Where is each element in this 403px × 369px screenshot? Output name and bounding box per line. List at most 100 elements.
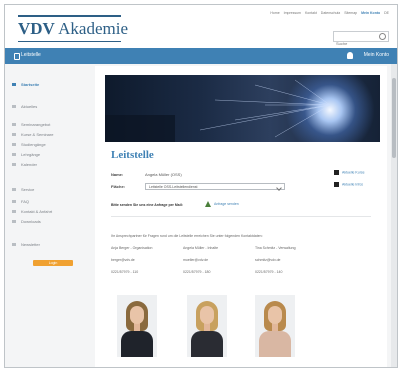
courses-link[interactable]: Aktuelle Kurse xyxy=(334,170,365,175)
bullet-icon xyxy=(12,243,16,247)
scrollbar-thumb[interactable] xyxy=(392,78,396,158)
sidebar-item-label: Kurse & Seminare xyxy=(21,132,54,137)
banner-image xyxy=(105,75,380,142)
sidebar-item-lehrgaenge[interactable]: Lehrgänge xyxy=(12,152,40,157)
search-box xyxy=(333,31,389,48)
area-select-value: Leitstelle OSS-Leitstellendienst xyxy=(149,185,198,189)
area-label: Fläche: xyxy=(111,184,126,189)
name-label: Name: xyxy=(111,172,124,177)
sidebar-item-label: Aktuelles xyxy=(21,104,38,109)
page-title: Leitstelle xyxy=(111,149,154,161)
courses-link-label: Aktuelle Kurse xyxy=(342,170,365,175)
search-icon[interactable] xyxy=(379,33,386,40)
chevron-down-icon xyxy=(276,185,282,191)
sidebar-item-aktuelles[interactable]: Aktuelles xyxy=(12,104,37,109)
browser-frame: VDV Akademie Home Impressum Kontakt Date… xyxy=(4,4,398,368)
divider xyxy=(111,216,371,217)
sidebar-item-label: FAQ xyxy=(21,199,30,204)
top-link-account[interactable]: Mein Konto xyxy=(361,11,380,15)
photo-body xyxy=(121,331,153,357)
contact-phone: 0221/57979 - 110 xyxy=(111,270,139,274)
sidebar-item-label: Startseite xyxy=(21,82,40,87)
bullet-icon xyxy=(12,123,16,127)
sidebar-item-seminarangebot[interactable]: Seminarangebot xyxy=(12,122,50,127)
top-link-home[interactable]: Home xyxy=(270,11,279,15)
contact-photo xyxy=(187,295,227,357)
top-links: Home Impressum Kontakt Datenschutz Sitem… xyxy=(267,11,389,15)
site-header: VDV Akademie Home Impressum Kontakt Date… xyxy=(5,5,397,48)
sidebar-item-label: Newsletter xyxy=(21,242,40,247)
sidebar-item-downloads[interactable]: Downloads xyxy=(12,219,41,224)
photo-face xyxy=(268,306,282,324)
contact-email[interactable]: schmitz@vdv.de xyxy=(255,258,280,262)
breadcrumb[interactable]: Leitstelle xyxy=(21,52,41,58)
navigation-bar: Leitstelle Mein Konto xyxy=(5,48,397,64)
contact-email[interactable]: mueller@vdv.de xyxy=(183,258,208,262)
person-icon xyxy=(205,201,211,207)
login-button[interactable]: Login xyxy=(33,260,73,266)
sidebar-item-label: Kontakt & Anfahrt xyxy=(21,209,53,214)
bullet-icon xyxy=(12,153,16,157)
bullet-icon xyxy=(12,143,16,147)
bullet-icon xyxy=(12,83,16,87)
sidebar-item-label: Service xyxy=(21,187,35,192)
account-link[interactable]: Mein Konto xyxy=(364,52,389,58)
top-link-sitemap[interactable]: Sitemap xyxy=(344,11,357,15)
logo-bold: VDV xyxy=(18,19,55,38)
contact-phone: 0221/57979 - 140 xyxy=(255,270,283,274)
sidebar-item-label: Downloads xyxy=(21,219,41,224)
user-icon[interactable] xyxy=(347,52,353,59)
top-link-kontakt[interactable]: Kontakt xyxy=(305,11,317,15)
send-request-link[interactable]: Anfrage senden xyxy=(205,201,239,207)
photo-body xyxy=(191,331,223,357)
sparks-graphic xyxy=(105,79,331,142)
sidebar-item-kurse[interactable]: Kurse & Seminare xyxy=(12,132,53,137)
main-content: Leitstelle Name: Angela Müller (OSS) Flä… xyxy=(95,66,387,367)
search-input[interactable] xyxy=(334,39,376,48)
bullet-icon xyxy=(12,188,16,192)
logo-text: Akademie xyxy=(58,19,129,38)
bullet-icon xyxy=(12,163,16,167)
bullet-icon xyxy=(12,105,16,109)
logo-bottom-rule xyxy=(18,41,121,42)
bullet-icon xyxy=(12,220,16,224)
bullet-icon xyxy=(12,200,16,204)
photo-face xyxy=(200,306,214,324)
photo-body xyxy=(259,331,291,357)
sidebar-item-startseite[interactable]: Startseite xyxy=(12,82,39,87)
info-icon xyxy=(334,182,339,187)
contact-email[interactable]: berger@vdv.de xyxy=(111,258,135,262)
contact-name: Anja Berger - Organisation xyxy=(111,246,153,250)
document-icon xyxy=(334,170,339,175)
contacts-intro: Ihr Ansprechpartner für Fragen rund um d… xyxy=(111,234,263,238)
sidebar-item-kontakt[interactable]: Kontakt & Anfahrt xyxy=(12,209,52,214)
contact-name: Tina Schmitz - Verwaltung xyxy=(255,246,296,250)
name-value: Angela Müller (OSS) xyxy=(145,172,182,177)
send-request-text: Bitte senden Sie uns eine Anfrage per Ma… xyxy=(111,203,183,207)
sidebar-item-service[interactable]: Service xyxy=(12,187,34,192)
bullet-icon xyxy=(12,210,16,214)
top-link-datenschutz[interactable]: Datenschutz xyxy=(321,11,340,15)
sidebar-item-kalender[interactable]: Kalender xyxy=(12,162,37,167)
logo-top-rule xyxy=(18,15,121,17)
top-link-language[interactable]: DE xyxy=(384,11,389,15)
sidebar-item-studiengaenge[interactable]: Studiengänge xyxy=(12,142,46,147)
sidebar-item-newsletter[interactable]: Newsletter xyxy=(12,242,40,247)
infos-link[interactable]: Aktuelle Infos xyxy=(334,182,363,187)
vdv-akademie-logo[interactable]: VDV Akademie xyxy=(18,15,129,42)
contact-name: Angela Müller - Inhalte xyxy=(183,246,219,250)
scrollbar[interactable] xyxy=(391,64,397,367)
sidebar-item-label: Kalender xyxy=(21,162,38,167)
contact-phone: 0221/57979 - 180 xyxy=(183,270,211,274)
sidebar-item-faq[interactable]: FAQ xyxy=(12,199,29,204)
contact-photo xyxy=(255,295,295,357)
sidebar-item-label: Studiengänge xyxy=(21,142,46,147)
area-select[interactable]: Leitstelle OSS-Leitstellendienst xyxy=(145,183,285,191)
sidebar: Startseite Aktuelles Seminarangebot Kurs… xyxy=(5,64,89,367)
top-link-impressum[interactable]: Impressum xyxy=(284,11,301,15)
sidebar-item-label: Lehrgänge xyxy=(21,152,41,157)
send-request-label: Anfrage senden xyxy=(214,201,239,206)
infos-link-label: Aktuelle Infos xyxy=(342,182,364,187)
bullet-icon xyxy=(12,133,16,137)
photo-face xyxy=(130,306,144,324)
